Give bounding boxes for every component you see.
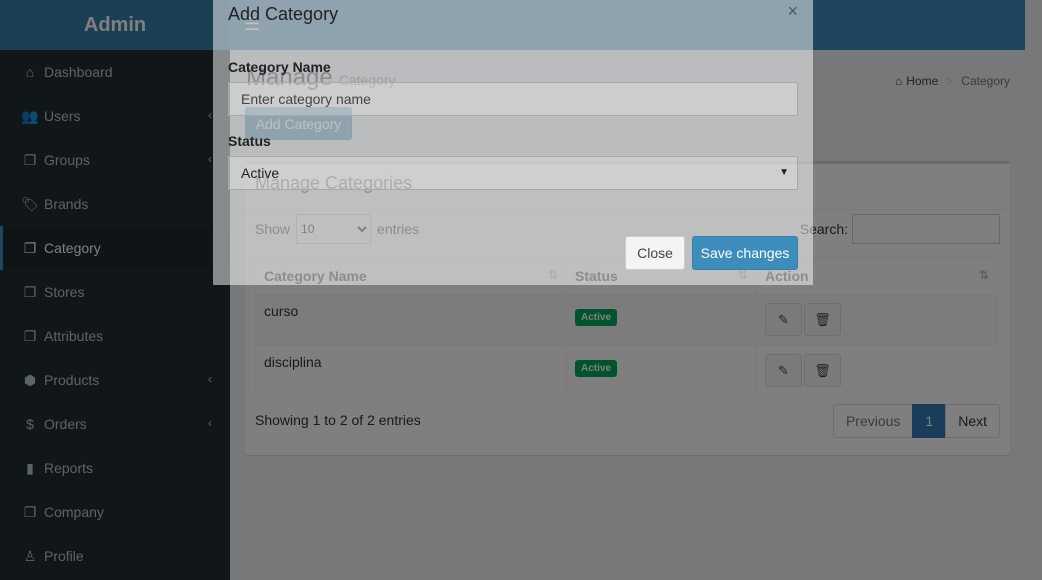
status-label: Status — [228, 133, 271, 149]
close-button[interactable]: Close — [625, 236, 685, 270]
modal-title: Add Category — [228, 4, 339, 24]
status-select[interactable]: Active ▼ — [228, 156, 798, 190]
category-name-label: Category Name — [228, 59, 331, 75]
chevron-down-icon: ▼ — [779, 167, 789, 178]
add-category-modal: Add Category × Category Name Status Acti… — [213, 0, 813, 285]
status-select-value: Active — [241, 165, 280, 181]
save-changes-button[interactable]: Save changes — [692, 236, 798, 270]
close-icon[interactable]: × — [787, 1, 798, 22]
category-name-input[interactable] — [228, 82, 798, 116]
